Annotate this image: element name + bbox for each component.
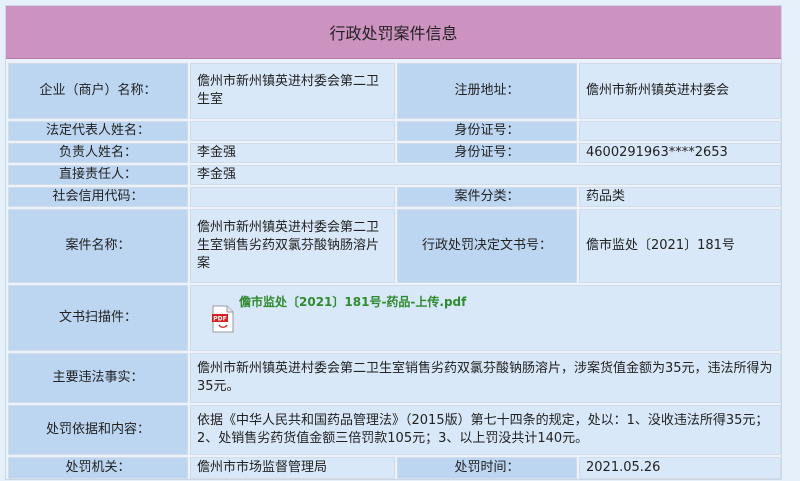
case-info-table: 企业（商户）名称： 儋州市新州镇英进村委会第二卫生室 注册地址： 儋州市新州镇英… [6,61,783,481]
table-row: 社会信用代码： 案件分类： 药品类 [8,187,781,207]
basis-content-value: 依据《中华人民共和国药品管理法》（2015版）第七十四条的规定，处以：1、没收违… [190,405,781,455]
id-no-value-2: 4600291963****2653 [579,143,781,163]
company-label: 企业（商户）名称： [8,63,188,119]
id-no-label: 身份证号： [397,121,577,141]
svg-text:PDF: PDF [213,316,226,323]
table-row: 负责人姓名： 李金强 身份证号： 4600291963****2653 [8,143,781,163]
credit-code-value [190,187,395,207]
scan-label: 文书扫描件： [8,285,188,351]
reg-address-label: 注册地址： [397,63,577,119]
main-facts-value: 儋州市新州镇英进村委会第二卫生室销售劣药双氯芬酸钠肠溶片，涉案货值金额为35元，… [190,353,781,403]
authority-value: 儋州市市场监督管理局 [190,457,395,479]
reg-address-value: 儋州市新州镇英进村委会 [579,63,781,119]
table-row: 案件名称： 儋州市新州镇英进村委会第二卫生室销售劣药双氯芬酸钠肠溶片案 行政处罚… [8,209,781,283]
table-row: 直接责任人： 李金强 [8,165,781,185]
table-row: 处罚依据和内容： 依据《中华人民共和国药品管理法》（2015版）第七十四条的规定… [8,405,781,455]
direct-responsible-label: 直接责任人： [8,165,188,185]
decision-doc-no-label: 行政处罚决定文书号： [397,209,577,283]
authority-label: 处罚机关： [8,457,188,479]
page-margin [782,0,800,480]
scan-file-name[interactable]: 儋市监处〔2021〕181号-药品-上传.pdf [239,293,466,311]
case-info-panel: 行政处罚案件信息 企业（商户）名称： 儋州市新州镇英进村委会第二卫生室 注册地址… [5,5,782,480]
basis-content-label: 处罚依据和内容： [8,405,188,455]
pdf-file-icon: PDF [212,305,234,333]
legal-rep-value [190,121,395,141]
case-name-label: 案件名称： [8,209,188,283]
decision-doc-no-value: 儋市监处〔2021〕181号 [579,209,781,283]
person-in-charge-label: 负责人姓名： [8,143,188,163]
id-no-label-2: 身份证号： [397,143,577,163]
case-name-value: 儋州市新州镇英进村委会第二卫生室销售劣药双氯芬酸钠肠溶片案 [190,209,395,283]
main-facts-label: 主要违法事实： [8,353,188,403]
table-row: 文书扫描件： PDF 儋市监处〔2021〕181号-药品-上传.pdf [8,285,781,351]
table-row: 处罚机关： 儋州市市场监督管理局 处罚时间： 2021.05.26 [8,457,781,479]
company-value: 儋州市新州镇英进村委会第二卫生室 [190,63,395,119]
direct-responsible-value: 李金强 [190,165,781,185]
page-title: 行政处罚案件信息 [6,6,781,59]
table-row: 法定代表人姓名： 身份证号： [8,121,781,141]
case-category-label: 案件分类： [397,187,577,207]
scan-value: PDF 儋市监处〔2021〕181号-药品-上传.pdf [190,285,781,351]
penalty-time-value: 2021.05.26 [579,457,781,479]
penalty-time-label: 处罚时间： [397,457,577,479]
legal-rep-label: 法定代表人姓名： [8,121,188,141]
credit-code-label: 社会信用代码： [8,187,188,207]
page-title-text: 行政处罚案件信息 [329,24,458,43]
person-in-charge-value: 李金强 [190,143,395,163]
table-row: 主要违法事实： 儋州市新州镇英进村委会第二卫生室销售劣药双氯芬酸钠肠溶片，涉案货… [8,353,781,403]
scan-file-link[interactable]: PDF 儋市监处〔2021〕181号-药品-上传.pdf [211,295,466,333]
id-no-value [579,121,781,141]
case-category-value: 药品类 [579,187,781,207]
table-row: 企业（商户）名称： 儋州市新州镇英进村委会第二卫生室 注册地址： 儋州市新州镇英… [8,63,781,119]
